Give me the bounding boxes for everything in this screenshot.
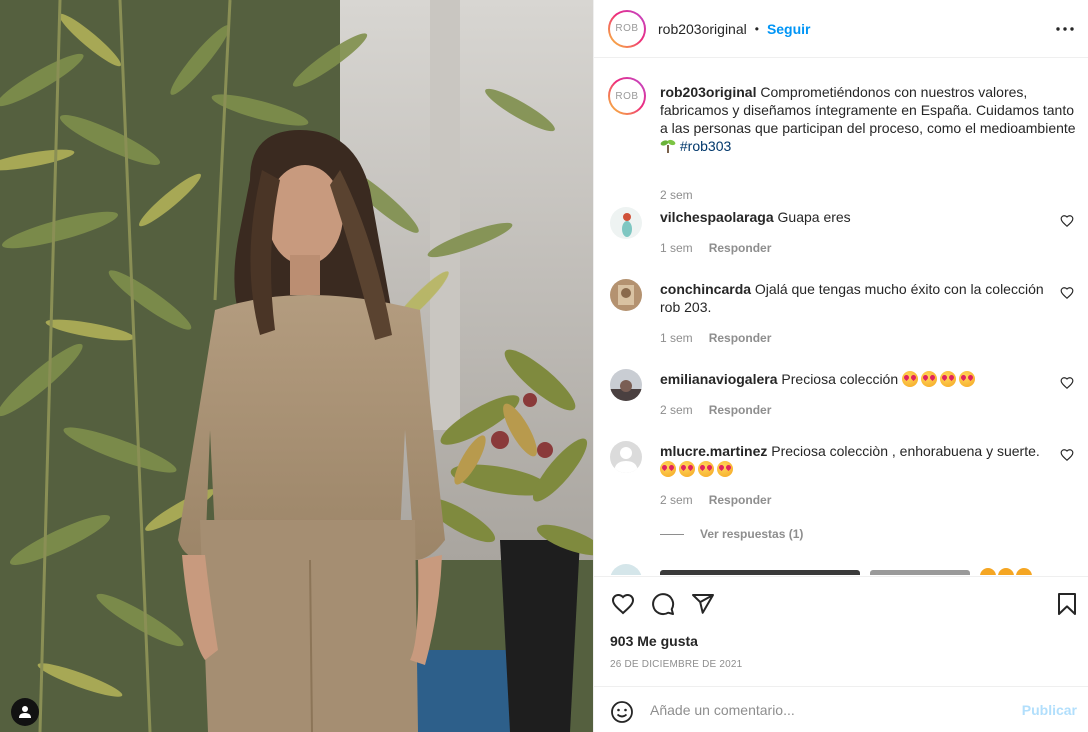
post-header: ROB rob203original • Seguir <box>594 0 1088 58</box>
comment-timestamp[interactable]: 2 sem <box>660 493 693 507</box>
commenter-avatar[interactable] <box>610 279 642 311</box>
comment-text-block: emilianaviogalera Preciosa colección <box>660 370 1052 388</box>
avatar-image <box>610 279 642 311</box>
heart-eyes-emoji-group <box>660 461 736 477</box>
post-actions: 903 Me gusta 26 DE DICIEMBRE DE 2021 <box>594 576 1088 686</box>
save-button[interactable] <box>1054 591 1080 617</box>
comment-button[interactable] <box>650 591 676 617</box>
comment-icon <box>652 593 675 616</box>
heart-eyes-emoji <box>902 371 919 387</box>
view-replies-line <box>660 533 684 535</box>
user-tag-button[interactable] <box>11 698 39 726</box>
avatar-image <box>610 207 642 239</box>
comment-text-block: mlucre.martinez Preciosa colecciòn , enh… <box>660 442 1052 478</box>
commenter-avatar[interactable] <box>610 441 642 473</box>
comment-timestamp[interactable]: 1 sem <box>660 331 693 345</box>
heart-eyes-emoji <box>679 461 695 477</box>
add-comment-bar: Publicar <box>594 686 1088 732</box>
comment-body: Preciosa colecciòn , enhorabuena y suert… <box>771 443 1040 459</box>
caption-timestamp[interactable]: 2 sem <box>660 188 693 202</box>
comment-timestamp[interactable]: 2 sem <box>660 403 693 417</box>
avatar-image <box>610 369 642 401</box>
comment-body: Preciosa colección <box>781 371 899 387</box>
account-username[interactable]: rob203original <box>658 21 747 37</box>
comment-username[interactable]: mlucre.martinez <box>660 443 767 459</box>
comment-like-heart-icon[interactable] <box>1060 376 1074 390</box>
commenter-avatar[interactable] <box>610 369 642 401</box>
post-date[interactable]: 26 DE DICIEMBRE DE 2021 <box>610 659 742 670</box>
comment-input[interactable] <box>650 699 1010 721</box>
photo-illustration <box>0 0 593 732</box>
avatar-logo-text: ROB <box>610 79 644 113</box>
share-button[interactable] <box>690 591 716 617</box>
caption-hashtag[interactable]: #rob303 <box>680 138 731 154</box>
sprout-icon <box>660 139 676 153</box>
reply-button[interactable]: Responder <box>709 241 772 255</box>
commenter-avatar[interactable] <box>610 207 642 239</box>
cut-off-comment-preview <box>610 564 1032 575</box>
comment-text-block: conchincarda Ojalá que tengas mucho éxit… <box>660 280 1052 316</box>
comments-scroll-area[interactable]: ROB rob203original Comprometiéndonos con… <box>594 59 1088 575</box>
likes-count[interactable]: 903 Me gusta <box>610 633 698 649</box>
reply-button[interactable]: Responder <box>709 331 772 345</box>
avatar-image <box>610 441 642 473</box>
separator-dot: • <box>754 21 759 36</box>
user-tag-icon <box>19 706 31 718</box>
comment-username[interactable]: emilianaviogalera <box>660 371 778 387</box>
heart-eyes-emoji <box>940 371 957 387</box>
caption-username[interactable]: rob203original <box>660 84 756 100</box>
partially-visible-comment <box>610 563 1080 575</box>
caption-text-block: rob203original Comprometiéndonos con nue… <box>660 83 1085 155</box>
more-options-icon <box>1056 27 1074 31</box>
account-avatar[interactable]: ROB <box>608 9 646 48</box>
emoji-icon[interactable] <box>610 700 634 724</box>
comment-meta: 1 sem Responder <box>660 241 771 255</box>
comment-username[interactable]: conchincarda <box>660 281 751 297</box>
comment-like-heart-icon[interactable] <box>1060 286 1074 300</box>
heart-eyes-emoji <box>921 371 938 387</box>
comment-meta: 2 sem Responder <box>660 403 771 417</box>
heart-icon <box>611 593 635 615</box>
reply-button[interactable]: Responder <box>709 403 772 417</box>
like-button[interactable] <box>610 591 636 617</box>
bookmark-icon <box>1058 593 1076 615</box>
comment-timestamp[interactable]: 1 sem <box>660 241 693 255</box>
publish-button[interactable]: Publicar <box>1022 702 1077 718</box>
comment-like-heart-icon[interactable] <box>1060 448 1074 462</box>
heart-eyes-emoji <box>660 461 676 477</box>
more-options-button[interactable] <box>1055 19 1075 39</box>
comment-meta: 2 sem Responder <box>660 493 771 507</box>
reply-button[interactable]: Responder <box>709 493 772 507</box>
comment-like-heart-icon[interactable] <box>1060 214 1074 228</box>
post-photo[interactable] <box>0 0 593 732</box>
share-icon <box>692 594 714 614</box>
view-replies-button[interactable]: Ver respuestas (1) <box>660 527 803 541</box>
follow-button[interactable]: Seguir <box>767 21 811 37</box>
comment-body: Guapa eres <box>777 209 851 225</box>
comment-username[interactable]: vilchespaolaraga <box>660 209 774 225</box>
heart-eyes-emoji <box>698 461 714 477</box>
caption-avatar[interactable]: ROB <box>608 77 646 115</box>
post-side-panel: ROB rob203original • Seguir ROB rob203or… <box>593 0 1088 732</box>
avatar-logo-text: ROB <box>610 11 644 46</box>
view-replies-label: Ver respuestas (1) <box>700 527 804 541</box>
heart-eyes-emoji <box>959 371 976 387</box>
heart-eyes-emoji-group <box>902 371 978 387</box>
heart-eyes-emoji <box>717 461 733 477</box>
comment-meta: 1 sem Responder <box>660 331 771 345</box>
comment-text-block: vilchespaolaraga Guapa eres <box>660 208 1052 226</box>
